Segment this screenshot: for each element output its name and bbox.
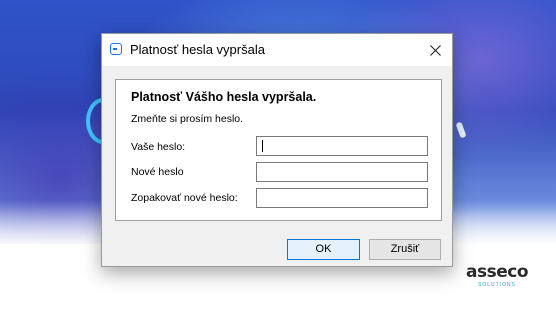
new-password-field[interactable]	[256, 162, 428, 182]
dialog-titlebar[interactable]: Platnosť hesla vypršala	[102, 34, 452, 66]
close-button[interactable]	[418, 34, 452, 66]
confirm-password-field[interactable]	[256, 188, 428, 208]
dialog-instruction: Zmeňte si prosím heslo.	[131, 113, 244, 125]
ok-button[interactable]: OK	[287, 239, 360, 260]
dialog-heading: Platnosť Vášho hesla vypršala.	[131, 90, 317, 104]
dialog-title: Platnosť hesla vypršala	[130, 42, 265, 57]
current-password-label: Vaše heslo:	[131, 141, 186, 153]
app-window-icon	[110, 43, 122, 55]
close-icon	[429, 44, 441, 56]
password-expired-dialog: Platnosť hesla vypršala Platnosť Vášho h…	[101, 33, 453, 267]
brand-name: asseco	[466, 262, 529, 282]
brand-subtitle: SOLUTIONS	[478, 282, 516, 288]
confirm-password-label: Zopakovať nové heslo:	[131, 192, 238, 204]
current-password-field[interactable]	[256, 136, 428, 156]
text-caret	[262, 140, 263, 152]
cancel-button[interactable]: Zrušiť	[369, 239, 441, 260]
new-password-label: Nové heslo	[131, 166, 184, 178]
dialog-content-panel: Platnosť Vášho hesla vypršala. Zmeňte si…	[115, 79, 442, 221]
asseco-logo: asseco SOLUTIONS	[456, 262, 538, 289]
